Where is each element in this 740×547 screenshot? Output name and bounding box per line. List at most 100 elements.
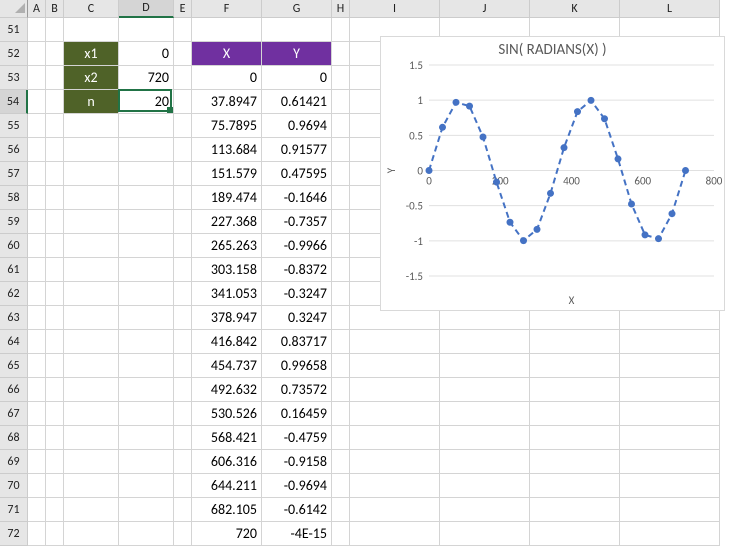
- cell-D60[interactable]: [119, 234, 174, 258]
- cell-G72[interactable]: -4E-15: [262, 522, 332, 546]
- col-header-K[interactable]: K: [530, 0, 620, 18]
- cell-D52[interactable]: 0: [119, 42, 174, 66]
- cell-F59[interactable]: 227.368: [192, 210, 262, 234]
- cell-D62[interactable]: [119, 282, 174, 306]
- cell-B72[interactable]: [46, 522, 64, 546]
- cell-E57[interactable]: [174, 162, 192, 186]
- cell-F52[interactable]: X: [192, 42, 262, 66]
- cell-I69[interactable]: [350, 450, 440, 474]
- cell-G60[interactable]: -0.9966: [262, 234, 332, 258]
- cell-B68[interactable]: [46, 426, 64, 450]
- row-header-66[interactable]: 66: [0, 378, 28, 402]
- cell-J71[interactable]: [440, 498, 530, 522]
- cell-L68[interactable]: [620, 426, 720, 450]
- cell-B65[interactable]: [46, 354, 64, 378]
- row-header-61[interactable]: 61: [0, 258, 28, 282]
- cell-E69[interactable]: [174, 450, 192, 474]
- cell-F54[interactable]: 37.8947: [192, 90, 262, 114]
- cell-E52[interactable]: [174, 42, 192, 66]
- cell-K70[interactable]: [530, 474, 620, 498]
- cell-C63[interactable]: [64, 306, 119, 330]
- cell-G65[interactable]: 0.99658: [262, 354, 332, 378]
- cell-F60[interactable]: 265.263: [192, 234, 262, 258]
- row-header-58[interactable]: 58: [0, 186, 28, 210]
- cell-G58[interactable]: -0.1646: [262, 186, 332, 210]
- cell-E53[interactable]: [174, 66, 192, 90]
- cell-B67[interactable]: [46, 402, 64, 426]
- cell-G63[interactable]: 0.3247: [262, 306, 332, 330]
- cell-D72[interactable]: [119, 522, 174, 546]
- row-header-63[interactable]: 63: [0, 306, 28, 330]
- cell-B53[interactable]: [46, 66, 64, 90]
- cell-A62[interactable]: [28, 282, 46, 306]
- cell-H55[interactable]: [332, 114, 350, 138]
- row-header-64[interactable]: 64: [0, 330, 28, 354]
- cell-F67[interactable]: 530.526: [192, 402, 262, 426]
- cell-D71[interactable]: [119, 498, 174, 522]
- cell-J64[interactable]: [440, 330, 530, 354]
- row-header-59[interactable]: 59: [0, 210, 28, 234]
- cell-L71[interactable]: [620, 498, 720, 522]
- cell-I72[interactable]: [350, 522, 440, 546]
- cell-E58[interactable]: [174, 186, 192, 210]
- cell-D61[interactable]: [119, 258, 174, 282]
- cell-E59[interactable]: [174, 210, 192, 234]
- cell-G53[interactable]: 0: [262, 66, 332, 90]
- cell-C51[interactable]: [64, 18, 119, 42]
- cell-F65[interactable]: 454.737: [192, 354, 262, 378]
- col-header-F[interactable]: F: [192, 0, 262, 18]
- col-header-D[interactable]: D: [119, 0, 174, 18]
- cell-E68[interactable]: [174, 426, 192, 450]
- row-header-69[interactable]: 69: [0, 450, 28, 474]
- cell-B58[interactable]: [46, 186, 64, 210]
- cell-C60[interactable]: [64, 234, 119, 258]
- cell-H63[interactable]: [332, 306, 350, 330]
- row-header-56[interactable]: 56: [0, 138, 28, 162]
- row-header-71[interactable]: 71: [0, 498, 28, 522]
- cell-F66[interactable]: 492.632: [192, 378, 262, 402]
- cell-E60[interactable]: [174, 234, 192, 258]
- row-header-51[interactable]: 51: [0, 18, 28, 42]
- cell-H66[interactable]: [332, 378, 350, 402]
- cell-C61[interactable]: [64, 258, 119, 282]
- cell-L66[interactable]: [620, 378, 720, 402]
- cell-G57[interactable]: 0.47595: [262, 162, 332, 186]
- col-header-H[interactable]: H: [332, 0, 350, 18]
- cell-H60[interactable]: [332, 234, 350, 258]
- cell-A66[interactable]: [28, 378, 46, 402]
- cell-F56[interactable]: 113.684: [192, 138, 262, 162]
- cell-F57[interactable]: 151.579: [192, 162, 262, 186]
- cell-C65[interactable]: [64, 354, 119, 378]
- row-header-54[interactable]: 54: [0, 90, 28, 114]
- cell-E61[interactable]: [174, 258, 192, 282]
- cell-H69[interactable]: [332, 450, 350, 474]
- cell-A72[interactable]: [28, 522, 46, 546]
- cell-L70[interactable]: [620, 474, 720, 498]
- cell-E51[interactable]: [174, 18, 192, 42]
- cell-L69[interactable]: [620, 450, 720, 474]
- cell-D54[interactable]: 20: [119, 90, 174, 114]
- cell-F53[interactable]: 0: [192, 66, 262, 90]
- row-header-65[interactable]: 65: [0, 354, 28, 378]
- cell-C64[interactable]: [64, 330, 119, 354]
- cell-I66[interactable]: [350, 378, 440, 402]
- col-header-A[interactable]: A: [28, 0, 46, 18]
- chart[interactable]: SIN( RADIANS(X) ) -1.5-1-0.500.511.50200…: [380, 36, 725, 311]
- row-header-53[interactable]: 53: [0, 66, 28, 90]
- row-header-72[interactable]: 72: [0, 522, 28, 546]
- cell-J67[interactable]: [440, 402, 530, 426]
- cell-E55[interactable]: [174, 114, 192, 138]
- cell-C67[interactable]: [64, 402, 119, 426]
- cell-E62[interactable]: [174, 282, 192, 306]
- cell-C55[interactable]: [64, 114, 119, 138]
- cell-G61[interactable]: -0.8372: [262, 258, 332, 282]
- cell-C66[interactable]: [64, 378, 119, 402]
- cell-D64[interactable]: [119, 330, 174, 354]
- cell-F51[interactable]: [192, 18, 262, 42]
- cell-H56[interactable]: [332, 138, 350, 162]
- cell-D58[interactable]: [119, 186, 174, 210]
- cell-G54[interactable]: 0.61421: [262, 90, 332, 114]
- cell-E70[interactable]: [174, 474, 192, 498]
- cell-I67[interactable]: [350, 402, 440, 426]
- cell-D57[interactable]: [119, 162, 174, 186]
